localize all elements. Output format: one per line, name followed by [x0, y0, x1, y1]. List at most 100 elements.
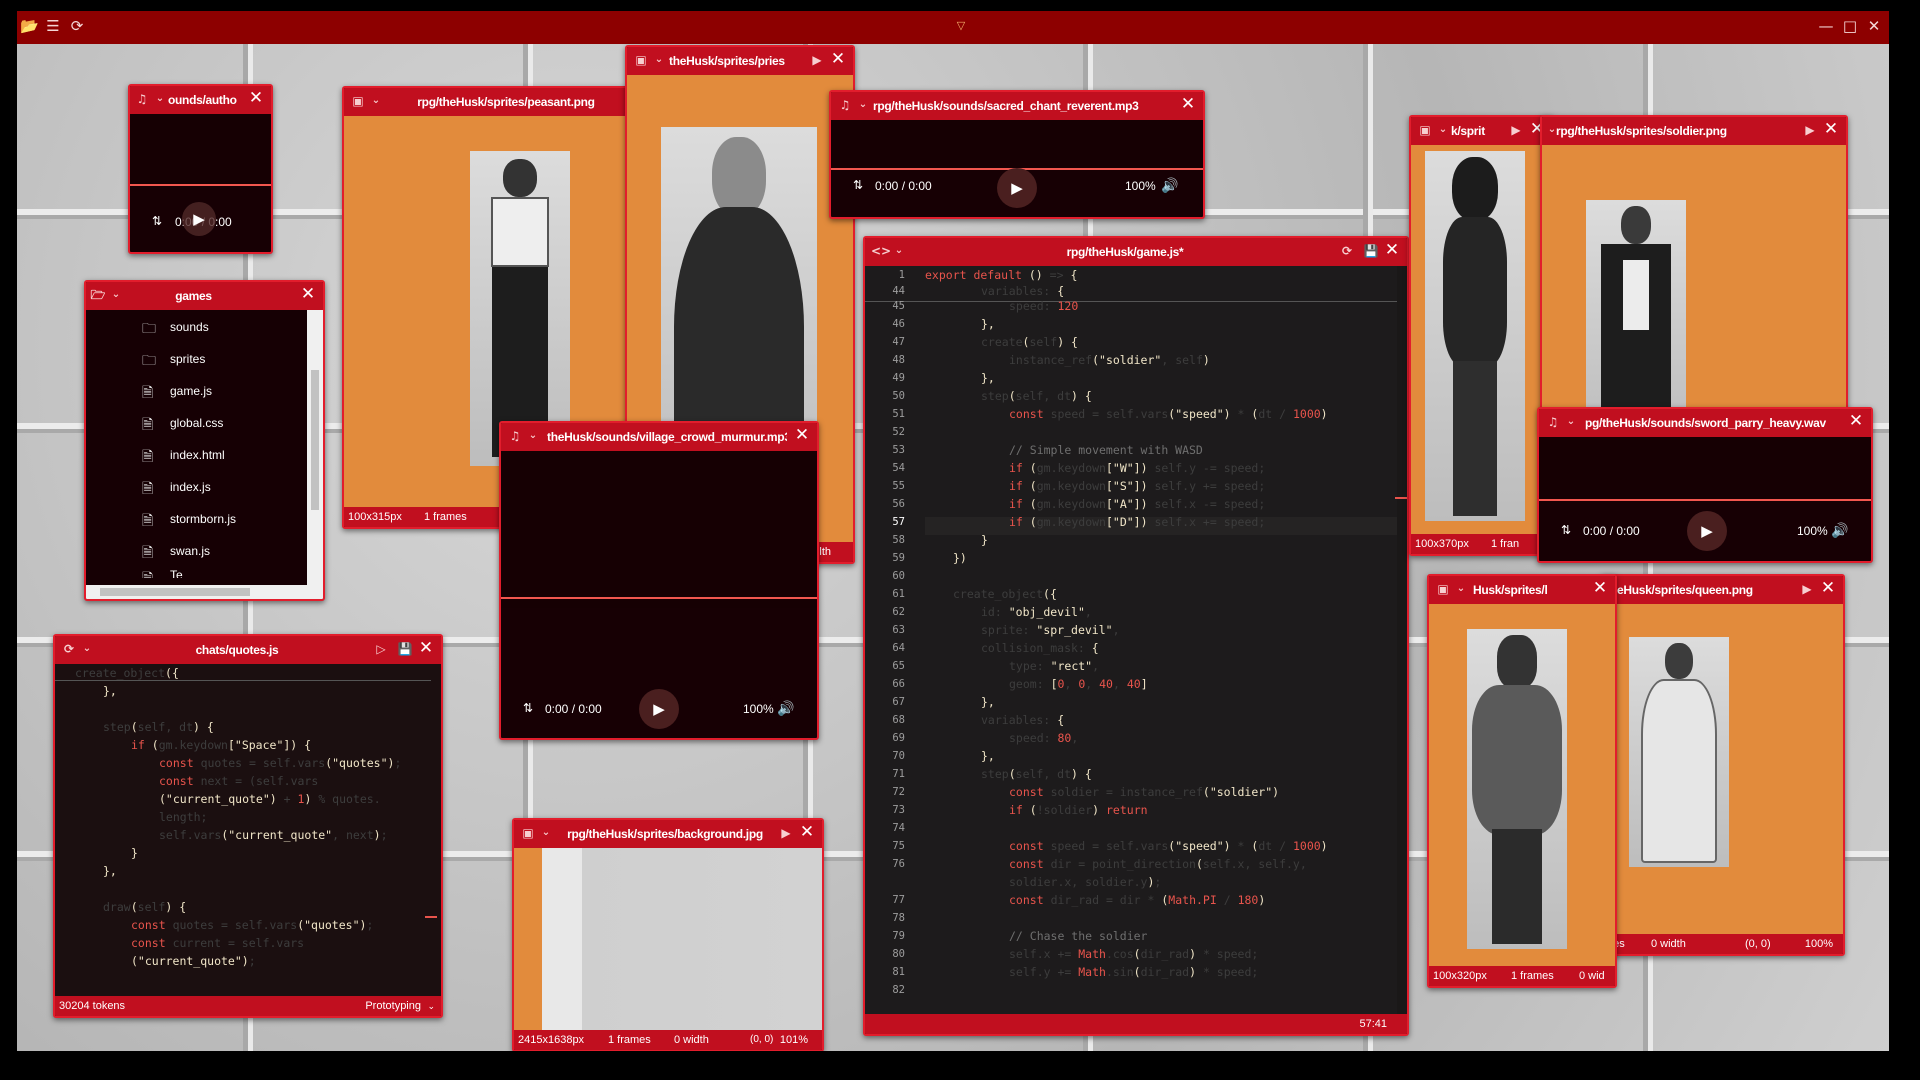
play-button[interactable]: ▶	[182, 202, 216, 236]
sound-window-chant[interactable]: ♫ ⌄ rpg/theHusk/sounds/sacred_chant_reve…	[829, 90, 1205, 219]
close-icon[interactable]: ✕	[247, 89, 265, 107]
play-icon[interactable]: ▶	[809, 52, 825, 68]
chevron-down-icon[interactable]: ⌄	[1435, 122, 1451, 138]
image-window-king[interactable]: ▣ ⌄ Husk/sprites/l ✕ 100x320px 1 frames …	[1427, 574, 1617, 988]
close-icon[interactable]: ✕	[417, 639, 435, 657]
close-icon[interactable]: ✕	[1822, 120, 1840, 138]
play-icon[interactable]: ▶	[1802, 122, 1818, 138]
maximize-icon[interactable]: □	[1841, 17, 1859, 35]
play-icon[interactable]: ▶	[1508, 122, 1524, 138]
image-window-devil[interactable]: ▣ ⌄ k/sprit ▶ ✕ 100x370px 1 fran	[1409, 115, 1554, 556]
progress-bar[interactable]	[501, 597, 817, 599]
window-header[interactable]: ♫ ⌄ rpg/theHusk/sounds/sacred_chant_reve…	[831, 92, 1203, 120]
chevron-down-icon[interactable]: ⌄	[525, 428, 541, 444]
loop-icon[interactable]: ⇅	[853, 178, 863, 192]
sliders-icon[interactable]: ☰	[44, 17, 62, 35]
list-item[interactable]: 🗎 global.css	[86, 408, 307, 440]
close-icon[interactable]: ✕	[1865, 17, 1883, 35]
play-button[interactable]: ▶	[997, 168, 1037, 208]
speaker-icon[interactable]: 🔊	[1161, 177, 1178, 194]
mode-select[interactable]: Prototyping	[365, 996, 421, 1016]
chevron-down-icon[interactable]: ⌄	[427, 996, 435, 1016]
window-header[interactable]: ⌄ rpg/theHusk/sprites/soldier.png ▶ ✕	[1542, 117, 1846, 145]
loop-icon[interactable]: ⇅	[1561, 523, 1571, 537]
close-icon[interactable]: ✕	[1591, 579, 1609, 597]
image-size: 2415x1638px	[518, 1034, 585, 1046]
item-label: global.css	[170, 416, 224, 430]
window-header[interactable]: ▣ ⌄ theHusk/sprites/pries ▶ ✕	[627, 47, 853, 75]
play-icon[interactable]: ▶	[778, 825, 794, 841]
close-icon[interactable]: ✕	[1383, 241, 1401, 259]
close-icon[interactable]: ✕	[299, 285, 317, 303]
loop-icon[interactable]: ⇅	[523, 701, 533, 715]
close-icon[interactable]: ✕	[1179, 95, 1197, 113]
chevron-down-icon[interactable]: ⌄	[538, 825, 554, 841]
code-window-game[interactable]: <> ⌄ rpg/theHusk/game.js* ⟳ 💾 ✕ 1 export …	[863, 236, 1409, 1036]
chevron-down-icon[interactable]: ⌄	[1563, 414, 1579, 430]
save-icon[interactable]: 💾	[397, 641, 413, 657]
image-window-background[interactable]: ▣ ⌄ rpg/theHusk/sprites/background.jpg ▶…	[512, 818, 824, 1051]
sync-icon[interactable]: ⟳	[68, 17, 86, 35]
run-icon[interactable]: ▷	[373, 641, 389, 657]
save-icon[interactable]: 💾	[1363, 243, 1379, 259]
progress-bar[interactable]	[1539, 499, 1871, 501]
horizontal-scrollbar[interactable]	[86, 585, 323, 599]
chevron-down-icon[interactable]: ⌄	[651, 52, 667, 68]
list-item[interactable]: 🗎 game.js	[86, 376, 307, 408]
sync-icon[interactable]: ⟳	[1339, 243, 1355, 259]
speaker-icon[interactable]: 🔊	[1831, 522, 1848, 539]
sound-window-parry[interactable]: ♫ ⌄ pg/theHusk/sounds/sword_parry_heavy.…	[1537, 407, 1873, 563]
play-button[interactable]: ▶	[1687, 511, 1727, 551]
window-header[interactable]: ▣ ⌄ k/sprit ▶ ✕	[1411, 117, 1552, 145]
list-item[interactable]: 🗀 sprites	[86, 344, 307, 376]
close-icon[interactable]: ✕	[1819, 579, 1837, 597]
list-item[interactable]: 🗎 Te	[86, 566, 307, 578]
window-header[interactable]: ⟳ ⌄ chats/quotes.js ▷ 💾 ✕	[55, 636, 441, 664]
minimize-icon[interactable]: —	[1817, 17, 1835, 35]
code-window-quotes[interactable]: ⟳ ⌄ chats/quotes.js ▷ 💾 ✕ create_object(…	[53, 634, 443, 1018]
window-header[interactable]: ♫ ⌄ pg/theHusk/sounds/sword_parry_heavy.…	[1539, 409, 1871, 437]
peasant-sprite	[470, 151, 570, 466]
window-header[interactable]: eHusk/sprites/queen.png ▶ ✕	[1603, 576, 1843, 604]
image-window-queen[interactable]: eHusk/sprites/queen.png ▶ ✕ nes 0 width …	[1601, 574, 1845, 956]
devil-sprite	[1425, 151, 1525, 521]
window-header[interactable]: <> ⌄ rpg/theHusk/game.js* ⟳ 💾 ✕	[865, 238, 1407, 266]
list-item[interactable]: 🗎 index.html	[86, 440, 307, 472]
list-item[interactable]: 🗀 sounds	[86, 312, 307, 344]
close-icon[interactable]: ✕	[1847, 412, 1865, 430]
close-icon[interactable]: ✕	[798, 823, 816, 841]
progress-bar[interactable]	[130, 184, 271, 186]
window-header[interactable]: ♫ ⌄ ounds/autho ✕	[130, 86, 271, 114]
play-icon[interactable]: ▶	[1799, 581, 1815, 597]
list-item[interactable]: 🗎 index.js	[86, 472, 307, 504]
image-window-soldier[interactable]: ⌄ rpg/theHusk/sprites/soldier.png ▶ ✕	[1540, 115, 1848, 435]
play-button[interactable]: ▶	[639, 689, 679, 729]
window-header[interactable]: ♫ ⌄ theHusk/sounds/village_crowd_murmur.…	[501, 423, 817, 451]
code-editor[interactable]: create_object({ }, step(self, dt) { if (…	[55, 664, 441, 996]
chevron-down-icon[interactable]: ⌄	[855, 97, 871, 113]
window-title: k/sprit	[1451, 124, 1485, 138]
folder-open-icon[interactable]: 📂	[20, 17, 39, 35]
status-bar: 100x320px 1 frames 0 wid	[1429, 966, 1615, 986]
loop-icon[interactable]: ⇅	[152, 214, 162, 228]
file-browser-window[interactable]: 🗁 ⌄ games ✕ 🗀 sounds 🗀 sprites 🗎 game.js 🗎 g…	[84, 280, 325, 601]
image-size: 100x370px	[1415, 538, 1469, 550]
sound-window-author[interactable]: ♫ ⌄ ounds/autho ✕ ⇅ 0:00 / 0:00 ▶	[128, 84, 273, 254]
window-header[interactable]: ▣ ⌄ Husk/sprites/l ✕	[1429, 576, 1615, 604]
window-header[interactable]: ▣ ⌄ rpg/theHusk/sprites/peasant.png	[344, 88, 632, 116]
window-header[interactable]: 🗁 ⌄ games ✕	[86, 282, 323, 310]
close-icon[interactable]: ✕	[793, 426, 811, 444]
code-editor[interactable]: 1 export default () => { 44 variables: { 4…	[865, 266, 1407, 1014]
chevron-down-icon[interactable]: ⌄	[152, 91, 168, 107]
chevron-down-icon[interactable]: ⌄	[368, 93, 384, 109]
speaker-icon[interactable]: 🔊	[777, 700, 794, 717]
list-item[interactable]: 🗎 swan.js	[86, 536, 307, 568]
vertical-scrollbar[interactable]	[307, 310, 323, 585]
chevron-down-icon[interactable]: ⌄	[1453, 581, 1469, 597]
chevron-down-icon[interactable]: ▽	[952, 17, 970, 35]
window-header[interactable]: ▣ ⌄ rpg/theHusk/sprites/background.jpg ▶…	[514, 820, 822, 848]
sound-window-village[interactable]: ♫ ⌄ theHusk/sounds/village_crowd_murmur.…	[499, 421, 819, 740]
image-canvas	[1429, 604, 1615, 966]
list-item[interactable]: 🗎 stormborn.js	[86, 504, 307, 536]
close-icon[interactable]: ✕	[829, 50, 847, 68]
